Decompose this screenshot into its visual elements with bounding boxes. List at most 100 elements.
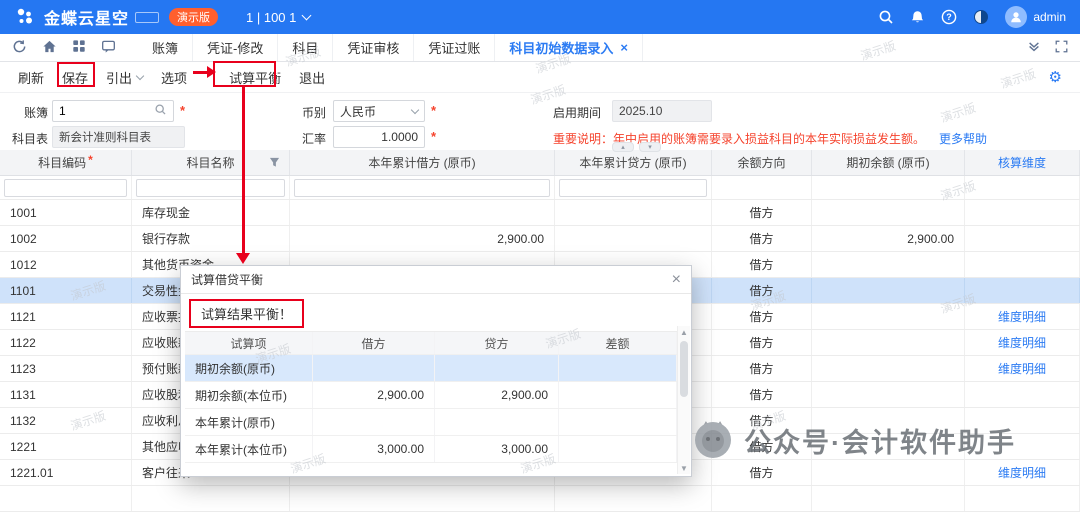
exit-button[interactable]: 退出 (299, 68, 325, 87)
search-icon[interactable] (878, 9, 894, 25)
collapse-up-button[interactable]: ▴ (612, 142, 634, 152)
cell-balance-direction[interactable]: 借方 (712, 434, 812, 459)
cell-dimension-link[interactable] (965, 382, 1080, 407)
filter-credit-input[interactable] (559, 179, 707, 197)
cell-dimension-link[interactable] (965, 200, 1080, 225)
scrollbar-thumb[interactable] (680, 341, 688, 397)
dialog-row[interactable]: 本年累计(原币) (185, 409, 677, 436)
dialog-titlebar[interactable]: 试算借贷平衡 × (181, 266, 691, 294)
theme-toggle-icon[interactable] (973, 9, 989, 25)
dialog-scrollbar[interactable]: ▲ ▼ (677, 326, 690, 474)
cell-dimension-link[interactable]: 维度明细 (965, 356, 1080, 381)
cell-balance-direction[interactable]: 借方 (712, 356, 812, 381)
cell-opening-balance[interactable] (812, 304, 965, 329)
tab-voucher-post[interactable]: 凭证过账 (414, 34, 495, 61)
tab-voucher-audit[interactable]: 凭证审核 (333, 34, 414, 61)
home-icon[interactable] (42, 39, 57, 57)
cell-dimension-link[interactable]: 维度明细 (965, 460, 1080, 485)
dialog-row[interactable]: 本年累计(本位币) 3,000.00 3,000.00 (185, 436, 677, 463)
cell-opening-balance[interactable] (812, 200, 965, 225)
ledger-field[interactable] (52, 100, 174, 122)
cell-ytd-debit[interactable] (290, 200, 555, 225)
cell-dimension-link[interactable] (965, 408, 1080, 433)
cell-ytd-credit[interactable] (555, 226, 712, 251)
filter-code-input[interactable] (4, 179, 127, 197)
scroll-up-icon[interactable]: ▲ (678, 326, 690, 338)
trial-balance-button[interactable]: 试算平衡 (229, 68, 281, 87)
cell-account-name[interactable]: 银行存款 (132, 226, 290, 251)
more-help-link[interactable]: 更多帮助 (939, 132, 987, 146)
filter-debit-input[interactable] (294, 179, 550, 197)
cell-ytd-debit[interactable]: 2,900.00 (290, 226, 555, 251)
cell-dimension-link[interactable] (965, 252, 1080, 277)
cell-opening-balance[interactable] (812, 382, 965, 407)
cell-opening-balance[interactable] (812, 434, 965, 459)
message-icon[interactable] (101, 39, 116, 57)
cell-account-code[interactable]: 1221 (0, 434, 132, 459)
dialog-row[interactable]: 期初余额(本位币) 2,900.00 2,900.00 (185, 382, 677, 409)
tab-account[interactable]: 科目 (278, 34, 333, 61)
cell-dimension-link[interactable] (965, 434, 1080, 459)
cell-balance-direction[interactable]: 借方 (712, 278, 812, 303)
cell-account-code[interactable]: 1121 (0, 304, 132, 329)
cell-account-code[interactable]: 1131 (0, 382, 132, 407)
filter-funnel-icon[interactable] (269, 157, 280, 171)
cell-dimension-link[interactable] (965, 278, 1080, 303)
col-header-dimensions[interactable]: 核算维度 (965, 150, 1080, 175)
cell-account-code[interactable]: 1101 (0, 278, 132, 303)
cell-opening-balance[interactable] (812, 278, 965, 303)
collapse-down-button[interactable]: ▾ (639, 142, 661, 152)
cell-account-code[interactable]: 1132 (0, 408, 132, 433)
cell-dimension-link[interactable]: 维度明细 (965, 304, 1080, 329)
magnifier-icon[interactable] (154, 103, 167, 119)
org-selector[interactable]: 1 | 100 1 (246, 10, 310, 25)
cell-balance-direction[interactable]: 借方 (712, 460, 812, 485)
options-button[interactable]: 选项 (161, 68, 187, 87)
sync-icon[interactable] (12, 39, 27, 57)
close-icon[interactable]: × (672, 272, 681, 288)
cell-dimension-link[interactable] (965, 226, 1080, 251)
cell-dimension-link[interactable]: 维度明细 (965, 330, 1080, 355)
help-icon[interactable]: ? (941, 9, 957, 25)
filter-name-input[interactable] (136, 179, 285, 197)
cell-opening-balance[interactable] (812, 356, 965, 381)
tab-ledger[interactable]: 账簿 (138, 34, 193, 61)
cell-balance-direction[interactable]: 借方 (712, 382, 812, 407)
user-menu[interactable]: admin (1005, 6, 1066, 28)
currency-select[interactable]: 人民币 (333, 100, 425, 122)
cell-account-name[interactable]: 库存现金 (132, 200, 290, 225)
refresh-button[interactable]: 刷新 (18, 68, 44, 87)
cell-balance-direction[interactable]: 借方 (712, 226, 812, 251)
cell-balance-direction[interactable]: 借方 (712, 408, 812, 433)
dialog-row-selected[interactable]: 期初余额(原币) (185, 355, 677, 382)
cell-balance-direction[interactable]: 借方 (712, 252, 812, 277)
ledger-input[interactable] (59, 104, 149, 118)
cell-account-code[interactable]: 1123 (0, 356, 132, 381)
cell-balance-direction[interactable]: 借方 (712, 304, 812, 329)
cell-ytd-credit[interactable] (555, 200, 712, 225)
fullscreen-icon[interactable] (1055, 40, 1068, 56)
tab-initial-data-entry[interactable]: 科目初始数据录入 × (495, 34, 643, 61)
cell-account-code[interactable]: 1221.01 (0, 460, 132, 485)
gear-icon[interactable]: ⚙ (1049, 68, 1062, 86)
bell-icon[interactable] (910, 9, 925, 25)
rate-field[interactable]: 1.0000 (333, 126, 425, 148)
cell-account-code[interactable]: 1012 (0, 252, 132, 277)
scroll-down-icon[interactable]: ▼ (678, 462, 690, 474)
cell-opening-balance[interactable] (812, 252, 965, 277)
apps-grid-icon[interactable] (72, 39, 86, 56)
cell-opening-balance[interactable]: 2,900.00 (812, 226, 965, 251)
cell-account-code[interactable]: 1122 (0, 330, 132, 355)
cell-balance-direction[interactable]: 借方 (712, 330, 812, 355)
cell-opening-balance[interactable] (812, 408, 965, 433)
cell-opening-balance[interactable] (812, 460, 965, 485)
tab-close-icon[interactable]: × (620, 40, 628, 55)
cell-balance-direction[interactable]: 借方 (712, 200, 812, 225)
save-button[interactable]: 保存 (62, 68, 88, 87)
collapse-tabs-icon[interactable] (1027, 39, 1041, 56)
cell-opening-balance[interactable] (812, 330, 965, 355)
tab-voucher-edit[interactable]: 凭证-修改 (193, 34, 278, 61)
cell-account-code[interactable]: 1001 (0, 200, 132, 225)
export-button[interactable]: 引出 (106, 68, 143, 87)
cell-account-code[interactable]: 1002 (0, 226, 132, 251)
